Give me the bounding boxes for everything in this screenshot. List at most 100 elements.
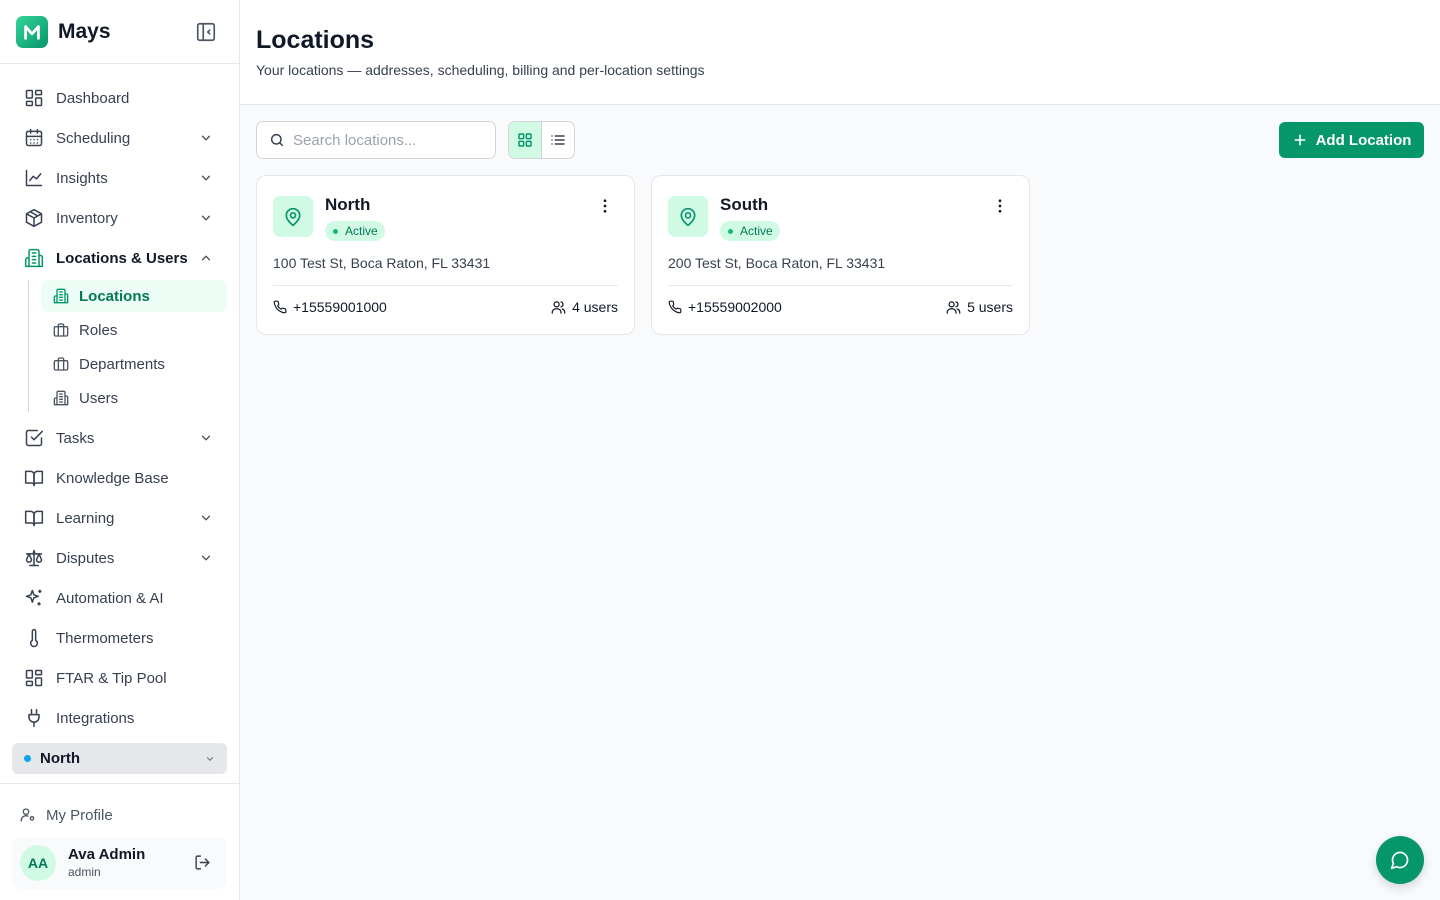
- sub-item-locations[interactable]: Locations: [41, 280, 227, 312]
- calendar-icon: [24, 128, 44, 148]
- line-chart-icon: [24, 168, 44, 188]
- location-name: North: [325, 195, 371, 214]
- locations-users-submenu: Locations Roles Departments Users: [28, 278, 239, 418]
- status-badge: Active: [325, 221, 385, 241]
- grid-icon: [517, 132, 533, 148]
- list-view-button[interactable]: [542, 122, 575, 158]
- dashboard-icon: [24, 668, 44, 688]
- nav-label: Knowledge Base: [56, 469, 169, 487]
- chat-button[interactable]: [1376, 836, 1424, 884]
- nav-item-learning[interactable]: Learning: [0, 498, 239, 538]
- location-phone: +15559001000: [273, 299, 387, 315]
- dashboard-icon: [24, 88, 44, 108]
- page-header: Locations Your locations — addresses, sc…: [240, 0, 1440, 105]
- plug-icon: [24, 708, 44, 728]
- sub-item-label: Locations: [79, 287, 150, 305]
- nav-label: Thermometers: [56, 629, 154, 647]
- nav-label: Disputes: [56, 549, 115, 567]
- phone-icon: [273, 300, 287, 314]
- user-cog-icon: [20, 807, 36, 823]
- toolbar: Add Location: [256, 121, 1424, 159]
- scale-icon: [24, 548, 44, 568]
- brand: Mays: [0, 0, 239, 64]
- add-location-button[interactable]: Add Location: [1279, 122, 1424, 158]
- book-open-icon: [24, 468, 44, 488]
- chevron-down-icon: [199, 171, 213, 185]
- status-badge: Active: [720, 221, 780, 241]
- sub-item-users[interactable]: Users: [41, 382, 227, 414]
- status-dot: [728, 228, 733, 234]
- nav-label: Scheduling: [56, 129, 131, 147]
- briefcase-icon: [53, 356, 69, 372]
- nav-label: Automation & AI: [56, 589, 164, 607]
- sparkles-icon: [24, 588, 44, 608]
- nav-item-automation-ai[interactable]: Automation & AI: [0, 578, 239, 618]
- nav-label: Integrations: [56, 709, 135, 727]
- location-selector-value: North: [40, 750, 80, 767]
- plus-icon: [1292, 132, 1308, 148]
- nav-item-scheduling[interactable]: Scheduling: [0, 118, 239, 158]
- sidebar: Mays Dashboard Scheduling Insights Inven…: [0, 0, 240, 900]
- location-user-count: 4 users: [551, 299, 618, 315]
- nav-item-insights[interactable]: Insights: [0, 158, 239, 198]
- building-icon: [24, 248, 44, 268]
- chevron-down-icon: [199, 511, 213, 525]
- book-open-icon: [24, 508, 44, 528]
- status-label: Active: [740, 224, 773, 238]
- my-profile-link[interactable]: My Profile: [0, 800, 239, 830]
- sub-item-roles[interactable]: Roles: [41, 314, 227, 346]
- chevron-down-icon: [199, 551, 213, 565]
- sidebar-collapse-icon[interactable]: [195, 21, 217, 43]
- chevron-down-icon: [205, 754, 215, 764]
- user-meta: Ava Admin admin: [68, 846, 145, 880]
- location-phone: +15559002000: [668, 299, 782, 315]
- nav-label: Dashboard: [56, 89, 130, 107]
- building-icon: [53, 288, 69, 304]
- nav-item-locations-users[interactable]: Locations & Users: [0, 238, 239, 278]
- sub-item-departments[interactable]: Departments: [41, 348, 227, 380]
- sub-item-label: Users: [79, 389, 119, 407]
- nav-item-dashboard[interactable]: Dashboard: [0, 78, 239, 118]
- phone-number: +15559001000: [293, 299, 387, 315]
- more-vertical-icon[interactable]: [596, 197, 614, 215]
- nav-item-inventory[interactable]: Inventory: [0, 198, 239, 238]
- user-count: 4 users: [572, 299, 618, 315]
- nav-item-tasks[interactable]: Tasks: [0, 418, 239, 458]
- building-icon: [53, 390, 69, 406]
- nav-label: FTAR & Tip Pool: [56, 669, 167, 687]
- my-profile-label: My Profile: [46, 806, 113, 824]
- more-vertical-icon[interactable]: [991, 197, 1009, 215]
- app-logo[interactable]: [16, 15, 48, 48]
- chevron-down-icon: [199, 211, 213, 225]
- location-card[interactable]: North Active 100 Test St, Boca Raton, FL…: [256, 175, 635, 335]
- location-name: South: [720, 195, 769, 214]
- sub-item-label: Roles: [79, 321, 118, 339]
- nav-label: Locations & Users: [56, 249, 188, 267]
- location-card[interactable]: South Active 200 Test St, Boca Raton, FL…: [651, 175, 1030, 335]
- avatar[interactable]: AA: [20, 845, 56, 881]
- search-input[interactable]: [293, 131, 473, 149]
- chevron-down-icon: [199, 431, 213, 445]
- location-pin-badge: [273, 196, 313, 237]
- phone-number: +15559002000: [688, 299, 782, 315]
- card-divider: [668, 285, 1013, 286]
- user-role: admin: [68, 865, 101, 879]
- nav-label: Tasks: [56, 429, 95, 447]
- nav-item-integrations[interactable]: Integrations: [0, 698, 239, 738]
- grid-view-button[interactable]: [509, 122, 542, 158]
- user-count: 5 users: [967, 299, 1013, 315]
- location-user-count: 5 users: [946, 299, 1013, 315]
- logout-icon[interactable]: [194, 854, 211, 871]
- sidebar-footer: My Profile AA Ava Admin admin: [0, 783, 239, 889]
- nav-item-ftar-tip-pool[interactable]: FTAR & Tip Pool: [0, 658, 239, 698]
- nav-item-knowledge-base[interactable]: Knowledge Base: [0, 458, 239, 498]
- search-box: [256, 121, 496, 159]
- status-dot: [333, 228, 338, 234]
- checkbox-icon: [24, 428, 44, 448]
- current-user-card: AA Ava Admin admin: [12, 837, 227, 889]
- nav-item-thermometers[interactable]: Thermometers: [0, 618, 239, 658]
- nav-item-disputes[interactable]: Disputes: [0, 538, 239, 578]
- map-pin-icon: [283, 207, 303, 227]
- location-cards: North Active 100 Test St, Boca Raton, FL…: [256, 175, 1030, 335]
- location-selector[interactable]: North: [12, 743, 227, 774]
